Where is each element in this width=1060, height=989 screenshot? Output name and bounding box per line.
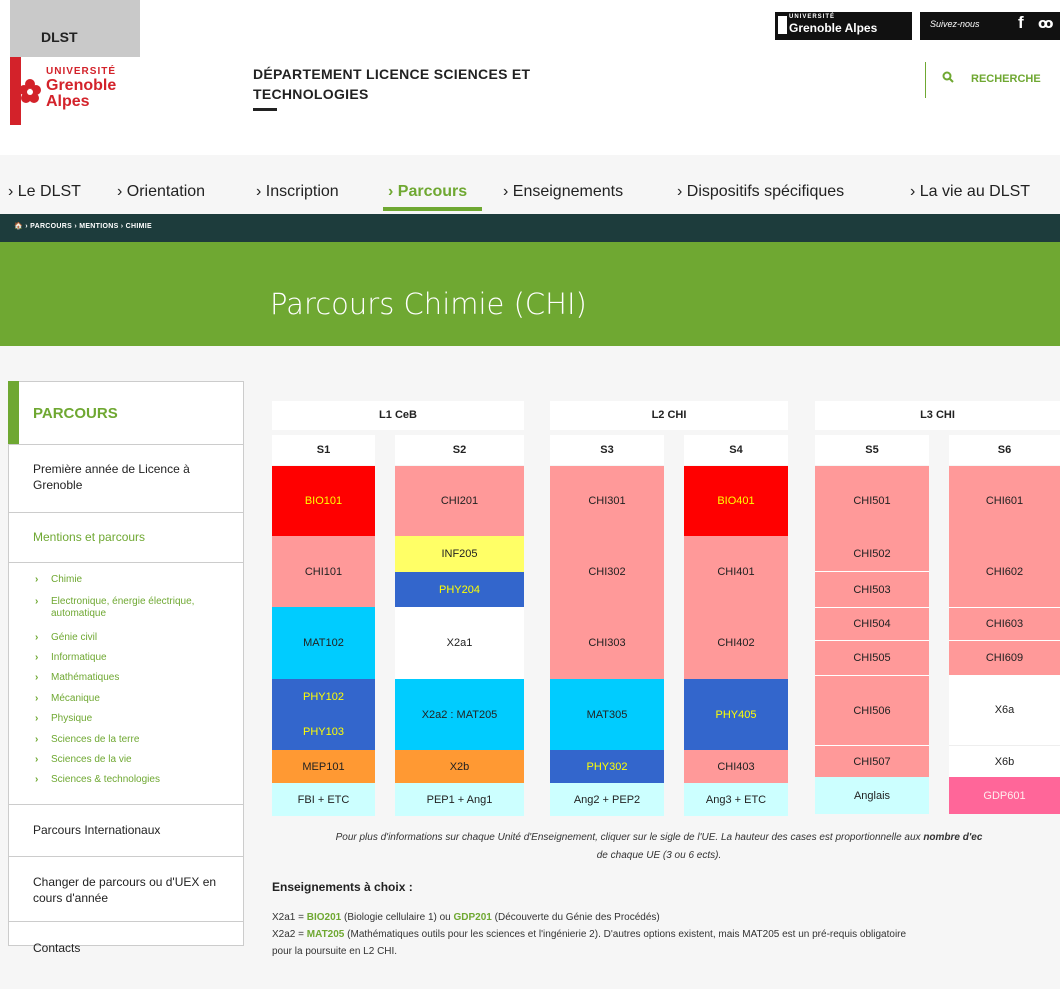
sidebar-title: PARCOURS [33,405,118,422]
divider [8,856,244,857]
ue-cell-phy102[interactable]: PHY102 [272,679,375,714]
sidebar-item-internationaux[interactable]: Parcours Internationaux [33,822,233,838]
department-title[interactable]: DÉPARTEMENT LICENCE SCIENCES ET TECHNOLOG… [253,64,633,104]
ue-cell-chi301[interactable]: CHI301 [550,466,664,536]
link-gdp201[interactable]: GDP201 [454,912,492,923]
nav-le-dlst[interactable]: › Le DLST [8,183,81,201]
ue-cell-chi504[interactable]: CHI504 [815,607,929,641]
semester-header-s2: S2 [395,435,524,465]
ue-cell-x2b: X2b [395,750,524,783]
nav-inscription[interactable]: › Inscription [256,183,339,201]
ue-cell-chi303[interactable]: CHI303 [550,607,664,679]
nav-parcours[interactable]: › Parcours [388,183,467,201]
sidebar-item-changer-parcours[interactable]: Changer de parcours ou d'UEX en cours d'… [33,874,233,906]
search-icon[interactable] [942,71,954,83]
semester-header-s1: S1 [272,435,375,465]
divider [8,444,244,445]
logo-grenoble: Grenoble Alpes [46,77,117,110]
logo-dlst-text: DLST [41,29,78,45]
ue-cell-gdp601[interactable]: GDP601 [949,777,1060,814]
year-header-l1: L1 CeB [272,401,524,430]
ue-cell-x2a2[interactable]: X2a2 : MAT205 [395,679,524,750]
ue-cell-phy204[interactable]: PHY204 [395,572,524,607]
choice-x2a2-cont: pour la poursuite en L2 CHI. [272,946,398,957]
semester-header-s5: S5 [815,435,929,465]
main-nav: › Le DLST › Orientation › Inscription › … [0,174,1060,214]
rss-icon[interactable]: ꚙ [1038,16,1053,32]
facebook-icon[interactable]: f [1018,13,1024,33]
ue-cell-chi503[interactable]: CHI503 [815,572,929,607]
semester-header-s4: S4 [684,435,788,465]
ue-cell-chi507[interactable]: CHI507 [815,745,929,777]
year-header-l2: L2 CHI [550,401,788,430]
breadcrumb[interactable]: 🏠 › PARCOURS › MENTIONS › CHIMIE [14,222,152,230]
ue-cell-phy405[interactable]: PHY405 [684,679,788,750]
ue-cell-chi603[interactable]: CHI603 [949,607,1060,641]
nav-active-indicator [383,207,482,211]
divider [8,921,244,922]
logo-universite: UNIVERSITÉ [46,66,117,77]
nav-vie-dlst[interactable]: › La vie au DLST [910,183,1030,201]
ue-cell-chi609[interactable]: CHI609 [949,641,1060,675]
ue-cell-fbi-etc: FBI + ETC [272,783,375,816]
divider [8,512,244,513]
sidebar-item-contacts[interactable]: Contacts [33,940,233,956]
department-underline [253,108,277,111]
ue-cell-inf205[interactable]: INF205 [395,536,524,572]
semester-header-s3: S3 [550,435,664,465]
ue-cell-chi506[interactable]: CHI506 [815,675,929,745]
ue-cell-x2a1: X2a1 [395,607,524,679]
follow-us-label: Suivez-nous [930,19,980,29]
sidebar-accent [8,381,19,444]
choice-x2a2: X2a2 = MAT205 (Mathématiques outils pour… [272,929,907,940]
uga-mini-logo-icon [778,16,787,34]
link-bio201[interactable]: BIO201 [307,912,341,923]
sidebar-item-mentions[interactable]: Mentions et parcours [33,529,233,545]
uga-badge-small: UNIVERSITÉ [789,14,836,20]
ue-cell-chi101[interactable]: CHI101 [272,536,375,607]
page-title: Parcours Chimie (CHI) [270,287,587,321]
ue-cell-chi402[interactable]: CHI402 [684,607,788,679]
ue-cell-pep1-ang1: PEP1 + Ang1 [395,783,524,816]
table-note: Pour plus d'informations sur chaque Unit… [335,832,983,861]
link-mat205[interactable]: MAT205 [307,929,345,940]
uga-flower-icon [19,79,41,103]
nav-enseignements[interactable]: › Enseignements [503,183,623,201]
semester-header-s6: S6 [949,435,1060,465]
ue-cell-bio101[interactable]: BIO101 [272,466,375,536]
ue-cell-mat305[interactable]: MAT305 [550,679,664,750]
breadcrumb-bar [0,214,1060,242]
ue-cell-chi302[interactable]: CHI302 [550,536,664,607]
ue-cell-chi602[interactable]: CHI602 [949,536,1060,607]
divider [8,804,244,805]
ue-cell-x6b: X6b [949,745,1060,777]
sidebar-item-premiere-annee[interactable]: Première année de Licence à Grenoble [33,461,233,493]
ue-cell-ang3-etc: Ang3 + ETC [684,783,788,816]
ue-cell-chi505[interactable]: CHI505 [815,641,929,675]
year-header-l3: L3 CHI [815,401,1060,430]
ue-cell-chi403[interactable]: CHI403 [684,750,788,783]
ue-cell-mep101[interactable]: MEP101 [272,750,375,783]
ue-cell-chi502[interactable]: CHI502 [815,536,929,572]
ue-cell-bio401[interactable]: BIO401 [684,466,788,536]
search-divider [925,62,926,98]
ue-cell-phy302[interactable]: PHY302 [550,750,664,783]
ue-cell-x6a: X6a [949,675,1060,745]
choice-x2a1: X2a1 = BIO201 (Biologie cellulaire 1) ou… [272,912,660,923]
ue-cell-chi201[interactable]: CHI201 [395,466,524,536]
ue-cell-chi401[interactable]: CHI401 [684,536,788,607]
ue-cell-ang2-pep2: Ang2 + PEP2 [550,783,664,816]
ue-cell-chi501[interactable]: CHI501 [815,466,929,536]
divider [8,562,244,563]
uga-badge-big: Grenoble Alpes [789,21,878,35]
nav-orientation[interactable]: › Orientation [117,183,205,201]
nav-dispositifs[interactable]: › Dispositifs spécifiques [677,183,844,201]
ue-cell-anglais: Anglais [815,777,929,814]
ue-cell-phy103[interactable]: PHY103 [272,714,375,750]
ue-cell-chi601[interactable]: CHI601 [949,466,1060,536]
choices-title: Enseignements à choix : [272,880,413,894]
search-button[interactable]: RECHERCHE [971,73,1041,85]
ue-cell-mat102[interactable]: MAT102 [272,607,375,679]
